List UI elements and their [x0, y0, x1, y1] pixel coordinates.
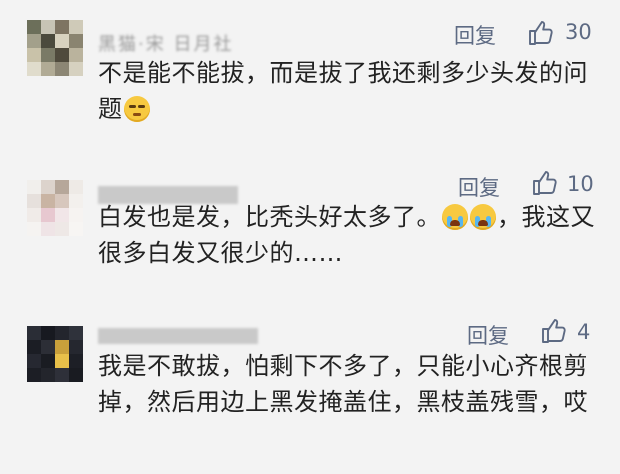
like-count: 10	[567, 172, 594, 196]
thumbs-up-icon[interactable]	[541, 318, 567, 344]
comment-text: 不是能不能拔，而是拔了我还剩多少头发的问题	[98, 55, 610, 127]
comment-text-part-1: 白发也是发，比秃头好太多了。	[98, 203, 441, 231]
reply-button[interactable]: 回复	[458, 172, 500, 202]
comment-text: 我是不敢拔，怕剩下不多了，只能小心齐根剪掉，然后用边上黑发掩盖住，黑枝盖残雪，哎	[98, 352, 588, 416]
reply-button[interactable]: 回复	[467, 320, 509, 350]
comment-text: 白发也是发，比秃头好太多了。 ，我这又很多白发又很少的……	[98, 199, 610, 271]
reply-button[interactable]: 回复	[454, 20, 496, 50]
commenter-name[interactable]: 黑猫·宋 日月社	[98, 30, 233, 56]
unamused-face-icon	[123, 96, 150, 122]
like-count: 4	[577, 320, 591, 344]
comment-text-body: 不是能不能拔，而是拔了我还剩多少头发的问题	[98, 59, 588, 123]
avatar[interactable]	[27, 326, 83, 382]
avatar[interactable]	[27, 20, 83, 76]
avatar[interactable]	[27, 180, 83, 236]
thumbs-up-icon[interactable]	[528, 20, 554, 46]
crying-face-icon	[470, 204, 496, 230]
like-count: 30	[565, 20, 592, 44]
crying-face-icon	[442, 204, 468, 230]
commenter-name[interactable]	[98, 328, 258, 344]
thumbs-up-icon[interactable]	[532, 170, 558, 196]
